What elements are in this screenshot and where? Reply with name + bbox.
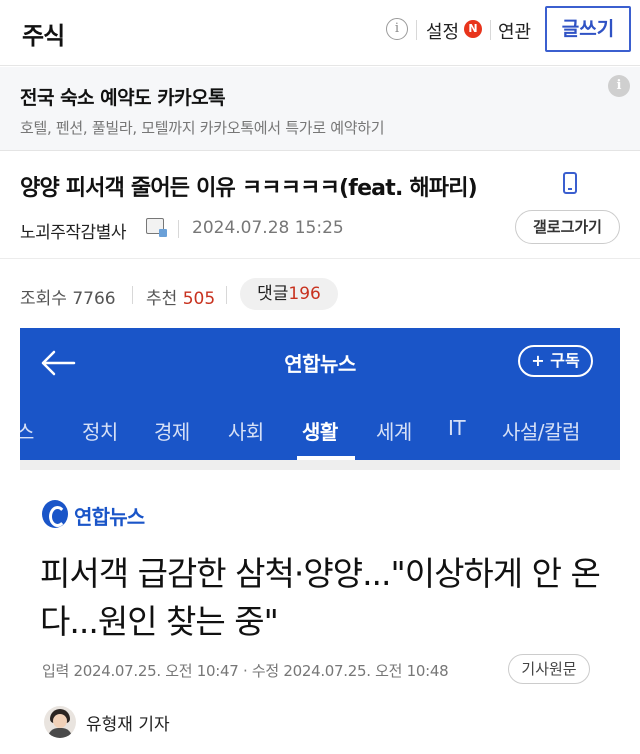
gallery-brand[interactable]: 주식 [22,16,65,51]
post-stats: 조회수 7766 [20,284,116,309]
author-name[interactable]: 노괴주작감별사 [20,218,126,243]
post-title: 양양 피서객 줄어든 이유 ㅋㅋㅋㅋㅋ(feat. 해파리) [20,176,478,201]
subscribe-button: + 구독 [518,345,593,377]
embedded-news-image: 연합뉴스 + 구독 스 정치 경제 사회 생활 세계 IT 사설/칼럼 연합뉴스… [20,328,620,754]
news-meta: 입력 2024.07.25. 오전 10:47 · 수정 2024.07.25.… [42,662,449,680]
recommend-count: 505 [182,289,216,309]
tab-it: IT [448,416,466,440]
post-date: 2024.07.28 15:25 [192,218,344,238]
tab-world: 세계 [376,420,412,444]
divider [226,286,227,304]
divider [178,220,179,238]
reporter-name: 유형재 기자 [86,715,170,735]
views-count: 7766 [72,289,116,309]
divider [416,20,417,40]
news-headline: 피서객 급감한 삼척·양양..."이상하게 안 온다...원인 찾는 중" [40,554,601,641]
recommend-label: 추천 [146,289,178,309]
recommend-stats: 추천 505 [146,284,215,309]
top-bar: 주식 i 설정 N 연관 글쓰기 [0,0,640,66]
comments-label: 댓글 [257,284,289,304]
embed-nav-bar: 연합뉴스 + 구독 [20,328,620,398]
gallog-button[interactable]: 갤로그가기 [515,210,620,244]
mobile-icon [563,172,577,194]
related-link[interactable]: 연관 [498,18,531,44]
tab-news: 스 [20,420,34,444]
tab-editorial: 사설/칼럼 [502,420,580,444]
settings-link[interactable]: 설정 [426,18,459,44]
comments-count: 196 [288,284,321,304]
embed-category-tabs: 스 정치 경제 사회 생활 세계 IT 사설/칼럼 [20,398,620,460]
author-badge-icon [146,218,167,237]
views-label: 조회수 [20,289,67,309]
comments-button[interactable]: 댓글196 [240,278,338,310]
tab-economy: 경제 [154,420,190,444]
info-icon[interactable]: i [386,18,408,40]
divider [132,286,133,304]
reporter-avatar [44,706,76,738]
original-article-button: 기사원문 [508,654,590,684]
ad-title[interactable]: 전국 숙소 예약도 카카오톡 [20,83,226,110]
divider [490,20,491,40]
tab-politics: 정치 [82,420,118,444]
n-badge-icon: N [464,20,482,38]
embed-gap [20,460,620,470]
tab-life: 생활 [302,420,338,444]
publisher-name: 연합뉴스 [74,505,145,529]
section-divider [0,258,640,259]
ad-info-icon[interactable]: i [608,75,630,97]
ad-description[interactable]: 호텔, 펜션, 풀빌라, 모텔까지 카카오톡에서 특가로 예약하기 [20,117,385,138]
tab-society: 사회 [228,420,264,444]
write-button[interactable]: 글쓰기 [545,6,631,52]
yna-logo-icon [42,500,68,528]
ad-banner[interactable]: 전국 숙소 예약도 카카오톡 호텔, 펜션, 풀빌라, 모텔까지 카카오톡에서 … [0,67,640,151]
